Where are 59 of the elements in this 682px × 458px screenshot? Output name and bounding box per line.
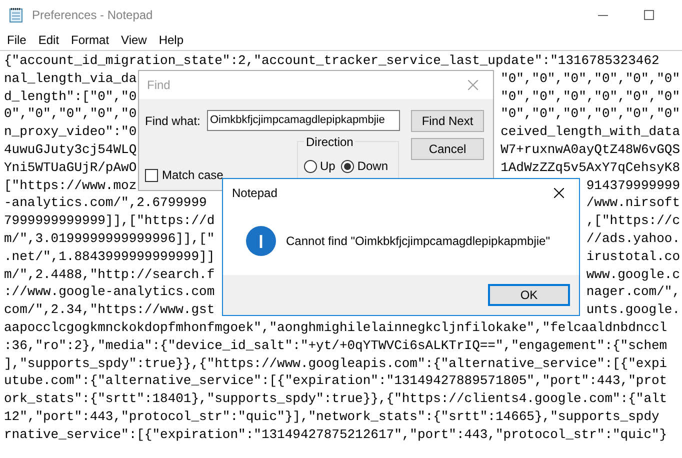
text-line: aapocclcgogkmnckokdopfmhonfmgoek","aonghmighilelainnegkcljnfilokake","felcaaldnbdnccl [4,318,668,337]
info-icon [246,226,276,256]
close-icon [554,188,564,198]
ok-button[interactable]: OK [488,284,570,306]
text-line: {"account_id_migration_state":2,"account_tracker_service_last_update":"1316785323462 [4,52,660,70]
close-icon [468,80,478,90]
text-line: ,["https://c [586,212,680,230]
text-line: 0","0","0","0","0 [4,105,137,124]
text-line: ork_stats":{"srtt":18401},"supports_spdy":true}},{"https://clients4.google.com":{"alt [4,390,668,408]
text-line: nager.com/", [586,283,680,302]
text-line: n_proxy_video":"0 [4,123,137,141]
radio-button[interactable]: Down [341,157,388,175]
text-line: ],"supports_spdy":true}},{"https://www.googleapis.com":{"alternative_service":[{"expi [4,354,668,372]
text-line: 7999999999999]],["https://d [4,212,215,230]
window-title: Preferences - Notepad [32,7,153,24]
text-line: 1AdWzZZq5v5AxY7qCehsyK8 [500,158,680,177]
menu-item[interactable]: Help [152,30,190,50]
text-line: ://www.google-analytics.com [4,283,215,302]
text-line: 12","port":443,"protocol_str":"quic"}],"network_stats":{"srtt":14665},"supports_spdy [4,408,660,426]
text-line: rnative_service":[{"expiration":"13149427875212617","port":443,"protocol_str":"quic"} [4,426,668,444]
text-line: unts.google. [586,301,680,319]
dialog-title: Find [147,77,170,94]
text-line: ["https://www.moz [4,176,137,194]
text-line: m/",3.0199999999999996]],[" [4,230,215,248]
find-what-field[interactable]: Oimkbkfjcjimpcamagdlepipkapmbjie [207,110,400,131]
text-line: "0","0","0","0","0","0" [500,70,680,88]
radio-button[interactable]: Up [304,157,336,175]
menu-item[interactable]: View [115,30,153,50]
match-case-checkbox[interactable]: Match case [145,167,224,183]
notepad-icon [8,7,24,23]
menu-item[interactable]: Format [65,30,116,50]
text-line: nal_length_via_da [4,70,137,88]
text-line: "0","0","0","0","0","0" [500,105,680,124]
text-line: 4uwuGJuty3cj54WLQ [4,140,137,159]
text-line: utube.com":{"alternative_service":[{"expiration":"13149427889571805","port":443,"prot [4,372,668,390]
maximize-icon [644,10,654,20]
text-line: W7+ruxnwA0ayQtZ48W6vGQS [500,140,680,159]
dialog-button[interactable]: Find Next [411,110,484,132]
text-line: "0","0","0","0","0","0" [500,88,680,106]
text-line: :36,"ro":2},"media":{"device_id_salt":"+yt/+0qYTWVCi6sALKTrIQ==","engagement":{"schem [4,336,668,355]
dialog-title: Notepad [232,185,278,202]
text-line: /www.nirsoft [586,194,680,212]
minimize-icon [598,14,608,16]
dialog-button[interactable]: Cancel [411,138,484,160]
text-line: www.google.c [586,266,680,284]
text-line: -analytics.com/",2.6799999 [4,194,207,212]
menu-item[interactable]: File [1,30,32,50]
text-line: .net/",1.8843999999999999]] [4,248,215,266]
text-line: irustotal.co [586,248,680,266]
menu-item[interactable]: Edit [32,30,66,50]
message-text: Cannot find "Oimkbkfjcjimpcamagdlepipkapmbjie" [286,233,550,250]
field-label: Find what: [145,112,202,130]
text-line: m/",2.4488,"http://search.f [4,266,215,284]
text-line: ceived_length_with_data [500,123,680,141]
text-line: com/",2.34,"https://www.gst [4,301,215,319]
text-line: Yni5WTUaGUjR/pAwO [4,158,137,177]
text-line: d_length":["0","0 [4,88,137,106]
text-line: //ads.yahoo. [586,230,680,248]
text-line: 914379999999 [586,176,680,194]
